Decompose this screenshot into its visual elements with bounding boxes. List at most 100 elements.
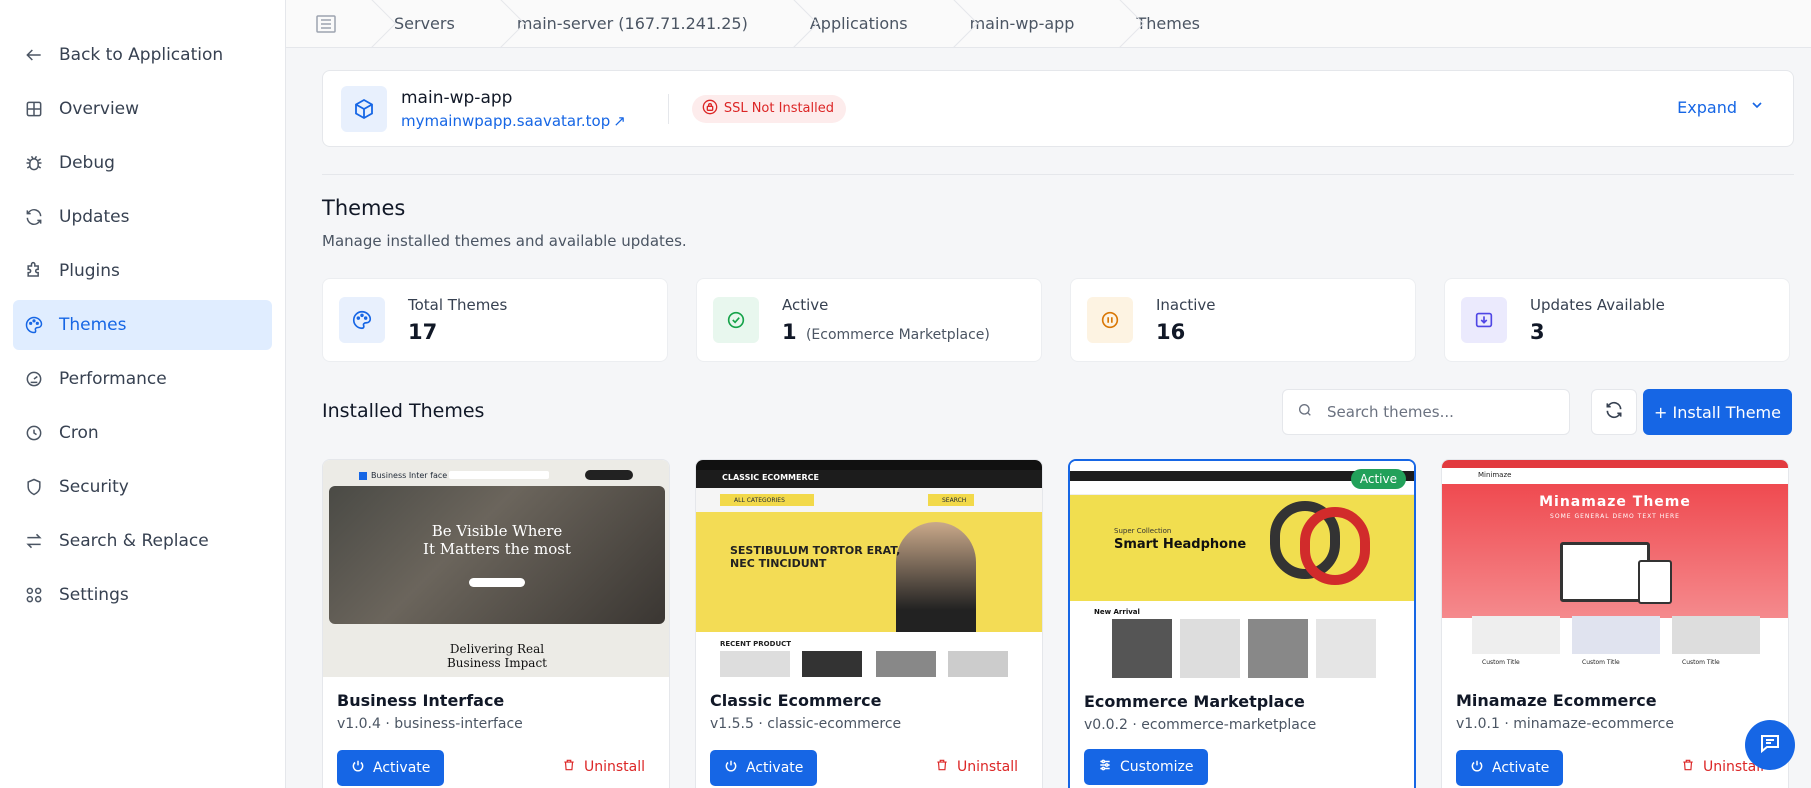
app-url-link[interactable]: mymainwpapp.saavatar.top ↗ (401, 112, 626, 130)
thumb-product (948, 651, 1008, 677)
thumb-lower: Delivering Real Business Impact (323, 642, 669, 670)
thumb-recent: RECENT PRODUCT (720, 640, 792, 648)
thumb-product (1672, 616, 1760, 654)
sidebar-item-label: Security (59, 477, 129, 497)
palette-icon (23, 314, 45, 336)
thumb-categories: ALL CATEGORIES (720, 494, 814, 506)
theme-name: Ecommerce Marketplace (1084, 692, 1305, 711)
arrow-left-icon (23, 44, 45, 66)
uninstall-button[interactable]: Uninstall (562, 758, 645, 776)
stat-label: Updates Available (1530, 296, 1665, 314)
thumb-hero-line2: NEC TINCIDUNT (730, 557, 827, 570)
sidebar-item-back-to-application[interactable]: Back to Application (13, 30, 272, 80)
theme-name: Minamaze Ecommerce (1456, 691, 1657, 710)
breadcrumb-servers[interactable]: Servers (366, 0, 489, 48)
expand-label: Expand (1677, 97, 1737, 117)
sidebar-item-label: Themes (59, 315, 127, 335)
gauge-icon (23, 368, 45, 390)
thumb-cta (585, 470, 633, 480)
uninstall-button[interactable]: Uninstall (935, 758, 1018, 776)
app-url-text: mymainwpapp.saavatar.top (401, 111, 611, 130)
activate-label: Activate (373, 760, 431, 776)
sidebar-item-debug[interactable]: Debug (13, 138, 272, 188)
active-badge: Active (1350, 469, 1406, 489)
sidebar-item-plugins[interactable]: Plugins (13, 246, 272, 296)
thumb-lower-line2: Business Impact (446, 656, 547, 670)
thumb-sub: SOME GENERAL DEMO TEXT HERE (1550, 513, 1680, 520)
power-icon (351, 759, 365, 777)
install-theme-button[interactable]: + Install Theme (1643, 389, 1792, 435)
thumb-hero-button (469, 578, 525, 587)
thumb-product (1572, 616, 1660, 654)
customize-button[interactable]: Customize (1084, 749, 1208, 785)
theme-thumbnail: Super Collection Smart Headphone New Arr… (1070, 461, 1414, 678)
ssl-status-text: SSL Not Installed (723, 101, 834, 116)
stat-inactive: Inactive 16 (1070, 278, 1416, 362)
activate-button[interactable]: Activate (710, 750, 818, 786)
page-title: Themes (322, 196, 406, 220)
pause-circle-icon (1087, 297, 1133, 343)
thumb-hero-person (896, 522, 976, 632)
power-icon (724, 759, 738, 777)
uninstall-label: Uninstall (583, 759, 645, 775)
thumb-new-arrival: New Arrival (1094, 608, 1140, 616)
thumb-hero: Be Visible Where It Matters the most (323, 522, 669, 558)
theme-card-ecommerce-marketplace: Super Collection Smart Headphone New Arr… (1068, 459, 1416, 788)
shield-icon (23, 476, 45, 498)
puzzle-icon (23, 260, 45, 282)
stat-note: (Ecommerce Marketplace) (805, 327, 990, 343)
theme-version: v1.0.1 · minamaze-ecommerce (1456, 716, 1674, 732)
stat-value: 17 (408, 320, 438, 344)
sidebar-item-security[interactable]: Security (13, 462, 272, 512)
thumb-product (1248, 619, 1308, 678)
stat-updates-available: Updates Available 3 (1444, 278, 1790, 362)
refresh-button[interactable] (1591, 389, 1637, 435)
sidebar-item-updates[interactable]: Updates (13, 192, 272, 242)
thumb-monitor (1560, 542, 1650, 602)
activate-button[interactable]: Activate (337, 750, 445, 786)
thumb-product (1316, 619, 1376, 678)
thumb-product (720, 651, 790, 677)
thumb-topbar (696, 460, 1042, 470)
sidebar-item-themes[interactable]: Themes (13, 300, 272, 350)
check-circle-icon (713, 297, 759, 343)
thumb-brand: Business Inter face (371, 471, 448, 480)
theme-card-minamaze-ecommerce: Minimaze Minamaze Theme SOME GENERAL DEM… (1441, 459, 1789, 788)
thumb-topbar (1442, 460, 1788, 468)
sidebar-item-search-replace[interactable]: Search & Replace (13, 516, 272, 566)
palette-icon (339, 297, 385, 343)
lock-icon (702, 99, 718, 119)
chat-button[interactable] (1745, 720, 1795, 770)
breadcrumb-applications[interactable]: Applications (782, 0, 942, 48)
refresh-icon (1604, 400, 1624, 424)
activate-button[interactable]: Activate (1456, 750, 1564, 786)
breadcrumb-app[interactable]: main-wp-app (942, 0, 1109, 48)
thumb-product (1472, 616, 1560, 654)
thumb-product (1112, 619, 1172, 678)
breadcrumb-server[interactable]: main-server (167.71.241.25) (489, 0, 782, 48)
stat-label: Total Themes (408, 296, 508, 314)
sidebar-item-label: Cron (59, 423, 99, 443)
sidebar-item-settings[interactable]: Settings (13, 570, 272, 620)
thumb-product-title: Custom Title (1582, 659, 1620, 666)
sidebar-item-performance[interactable]: Performance (13, 354, 272, 404)
external-link-icon: ↗ (613, 111, 626, 130)
thumb-hero-line2: It Matters the most (423, 540, 571, 558)
refresh-icon (23, 206, 45, 228)
thumb-headphone (1300, 507, 1370, 585)
sidebar-item-label: Plugins (59, 261, 120, 281)
sidebar: Back to Application Overview Debug Updat… (0, 0, 286, 788)
sidebar-item-overview[interactable]: Overview (13, 84, 272, 134)
sidebar-item-cron[interactable]: Cron (13, 408, 272, 458)
sidebar-item-label: Debug (59, 153, 115, 173)
theme-card-classic-ecommerce: CLASSIC ECOMMERCE ALL CATEGORIES SEARCH … (695, 459, 1043, 788)
theme-version: v1.0.4 · business-interface (337, 716, 523, 732)
uninstall-label: Uninstall (956, 759, 1018, 775)
sidebar-item-label: Performance (59, 369, 167, 389)
stat-active: Active 1 (Ecommerce Marketplace) (696, 278, 1042, 362)
search-themes-input[interactable] (1327, 403, 1547, 421)
thumb-product-title: Custom Title (1682, 659, 1720, 666)
divider (667, 93, 669, 124)
expand-button[interactable]: Expand (1677, 97, 1765, 117)
settings-icon (23, 584, 45, 606)
